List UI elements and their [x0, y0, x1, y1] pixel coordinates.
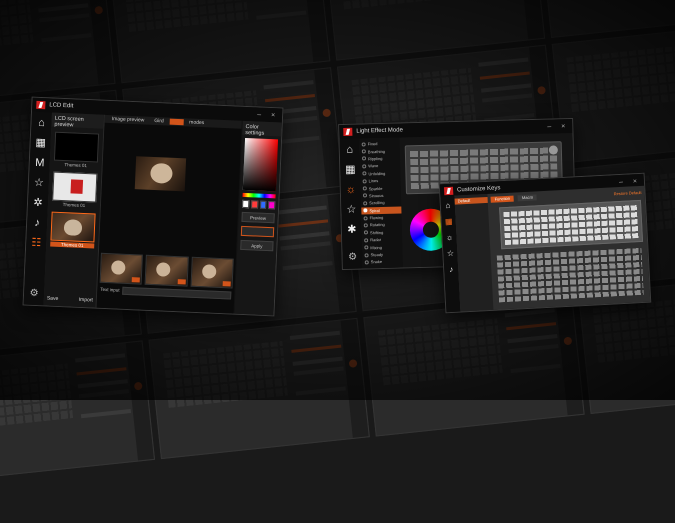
- option-button[interactable]: [240, 225, 275, 238]
- tab-gird[interactable]: Gird: [150, 118, 168, 125]
- color-settings-panel: Color settings Preview Apply: [234, 120, 282, 316]
- minimize-icon[interactable]: –: [544, 123, 554, 130]
- lighting-icon[interactable]: ✲: [33, 197, 43, 209]
- window-title: Light Effect Mode: [356, 127, 403, 135]
- keys-body: Default Function Macro Restore Default: [454, 185, 651, 312]
- macro-icon[interactable]: M: [35, 157, 45, 169]
- apply-button[interactable]: Apply: [240, 239, 274, 252]
- macro-tab[interactable]: Macro: [517, 194, 538, 202]
- music-icon[interactable]: ♪: [34, 217, 40, 229]
- keyboard-icon[interactable]: ▦: [345, 164, 356, 176]
- profile-list: Default: [454, 193, 494, 312]
- profile-item[interactable]: Default: [454, 196, 488, 205]
- preview-button[interactable]: Preview: [241, 211, 275, 224]
- macro-icon[interactable]: ✱: [347, 224, 357, 236]
- save-button[interactable]: Save: [47, 295, 59, 301]
- brand-logo-icon: [36, 100, 46, 110]
- settings-icon[interactable]: ⚙: [29, 288, 38, 299]
- color-picker[interactable]: [242, 137, 279, 192]
- text-input-field[interactable]: [122, 286, 232, 299]
- close-icon[interactable]: ×: [630, 177, 640, 185]
- keyboard-layout[interactable]: [499, 199, 644, 250]
- import-button[interactable]: Import: [79, 297, 93, 304]
- frame-thumbnail[interactable]: [190, 256, 234, 289]
- panel-title: LCD screen preview: [51, 112, 104, 129]
- settings-icon[interactable]: ⚙: [348, 252, 357, 263]
- key-function-grid[interactable]: [493, 243, 648, 306]
- window-title: LCD Edit: [49, 102, 74, 110]
- image-preview[interactable]: [134, 156, 187, 192]
- swatch-row: [242, 199, 276, 210]
- lcd-edit-window: LCD Edit – × ⌂ ▦ M ☆ ✲ ♪ ☷ ⚙ LCD screen …: [22, 96, 284, 317]
- tab-image-preview[interactable]: Image preview: [108, 116, 149, 124]
- star-icon[interactable]: ☆: [346, 204, 356, 216]
- keyboard-icon[interactable]: ▦: [35, 137, 46, 149]
- minimize-icon[interactable]: –: [616, 178, 626, 186]
- lighting-icon[interactable]: ☼: [446, 233, 454, 242]
- customize-keys-window: Customize Keys – × ⌂ ▦ ☼ ☆ ♪ Default Fun…: [438, 172, 652, 314]
- window-title: Customize Keys: [456, 185, 501, 194]
- color-swatch[interactable]: [268, 201, 276, 210]
- star-icon[interactable]: ☆: [447, 249, 455, 258]
- color-swatch[interactable]: [250, 200, 258, 209]
- brand-logo-icon: [343, 127, 353, 136]
- home-icon[interactable]: ⌂: [445, 201, 450, 210]
- home-icon[interactable]: ⌂: [346, 144, 353, 156]
- tab-active[interactable]: [169, 118, 184, 126]
- frame-thumbnail[interactable]: [99, 252, 144, 285]
- effect-item[interactable]: Snake: [363, 258, 403, 266]
- theme-thumbnail[interactable]: [53, 131, 100, 163]
- theme-actions: Save Import: [47, 295, 93, 303]
- theme-label: Themes 01: [62, 202, 86, 209]
- theme-thumbnail[interactable]: [52, 171, 98, 203]
- home-icon[interactable]: ⌂: [38, 117, 45, 129]
- theme-label: Themes 01: [50, 241, 95, 249]
- hue-slider[interactable]: [242, 192, 276, 199]
- image-preview-panel: Image preview Gird modes Text input: [96, 114, 242, 314]
- effect-list: Fixed Breathing Rippling Wave Unfolding …: [359, 137, 403, 269]
- star-icon[interactable]: ☆: [34, 177, 44, 189]
- color-swatch[interactable]: [259, 200, 267, 209]
- lighting-icon[interactable]: ☼: [346, 184, 356, 196]
- function-tab[interactable]: Function: [490, 195, 515, 203]
- theme-label: Themes 01: [64, 162, 88, 169]
- minimize-icon[interactable]: –: [254, 111, 264, 118]
- frame-thumbnail[interactable]: [144, 254, 189, 287]
- text-input-label: Text input: [100, 286, 120, 293]
- brand-logo-icon: [443, 186, 454, 196]
- restore-default-link[interactable]: Restore Default: [614, 189, 642, 195]
- lcd-icon[interactable]: ☷: [31, 237, 41, 249]
- theme-panel: LCD screen preview Themes 01 Themes 01 T…: [43, 112, 105, 308]
- tab-modes[interactable]: modes: [185, 119, 208, 127]
- theme-thumbnail-selected[interactable]: [50, 211, 96, 243]
- color-swatch[interactable]: [242, 199, 250, 209]
- music-icon[interactable]: ♪: [449, 265, 453, 274]
- close-icon[interactable]: ×: [268, 111, 278, 119]
- close-icon[interactable]: ×: [558, 123, 568, 130]
- lcd-body: LCD screen preview Themes 01 Themes 01 T…: [43, 112, 282, 316]
- keyboard-icon[interactable]: ▦: [445, 217, 453, 226]
- frame-strip: [99, 252, 234, 289]
- color-settings-title: Color settings: [242, 120, 282, 137]
